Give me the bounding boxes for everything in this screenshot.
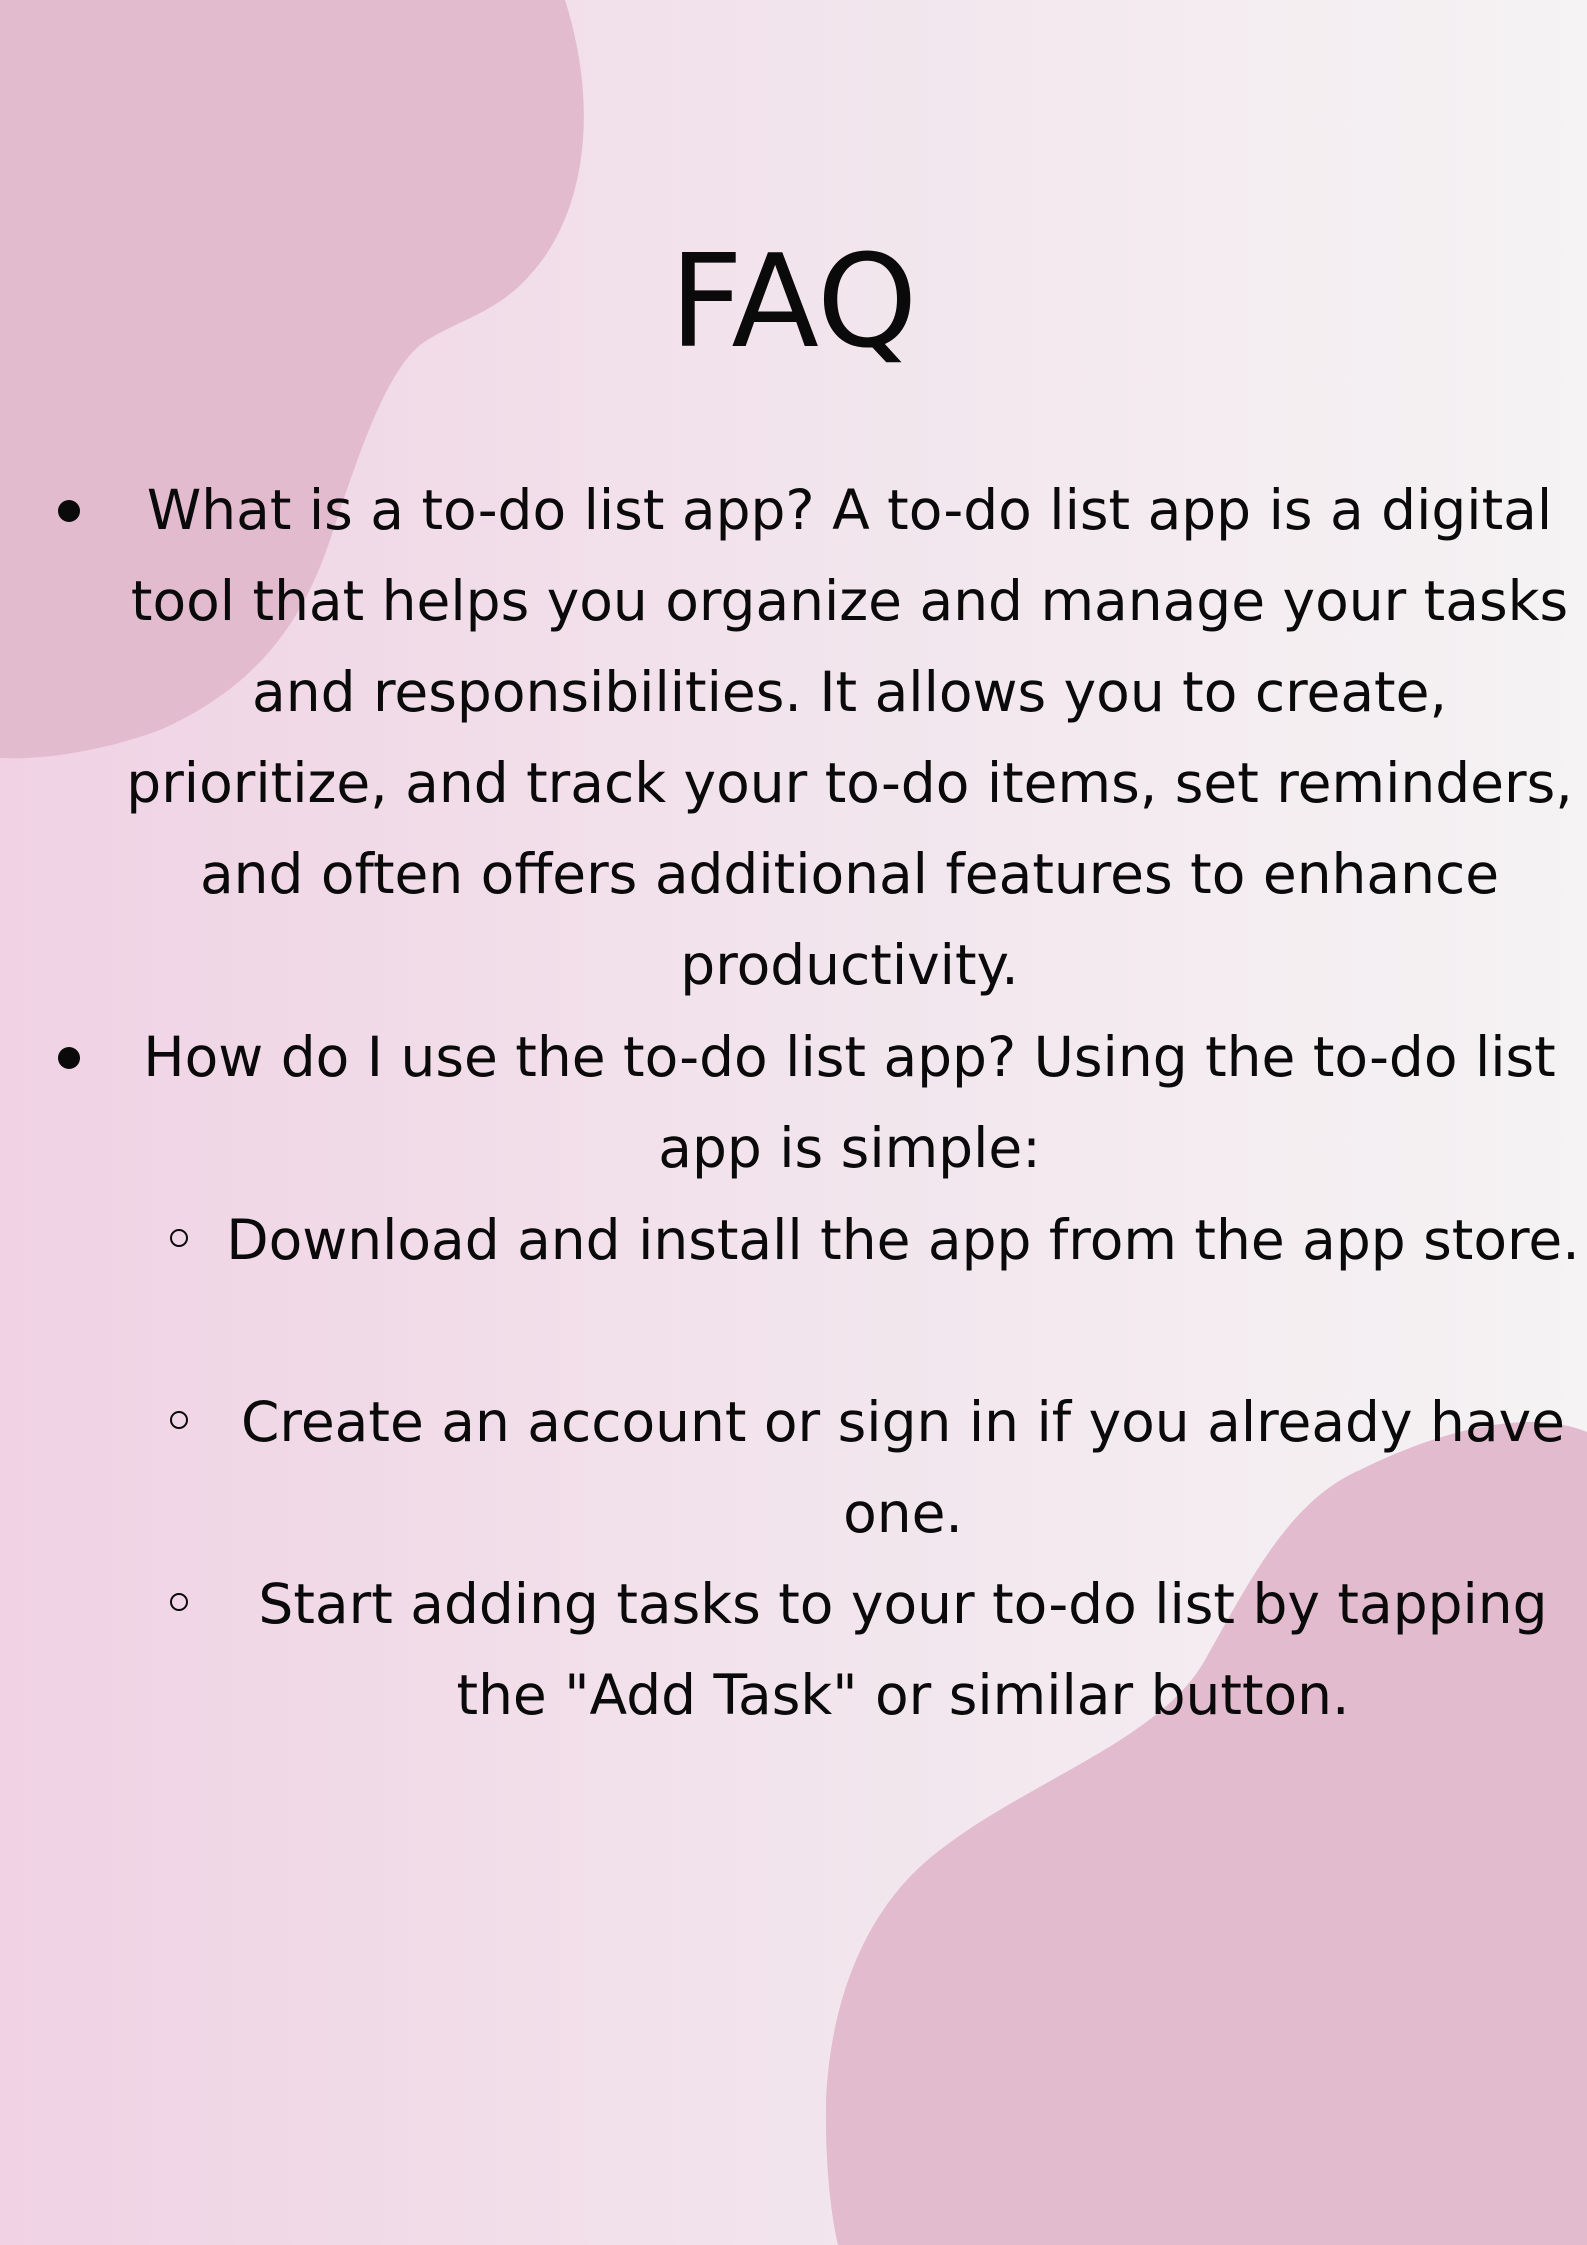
- hollow-bullet-icon: [170, 1593, 188, 1611]
- bullet-icon: [58, 500, 80, 522]
- step-add-tasks: Start adding tasks to your to-do list by…: [258, 1572, 1548, 1727]
- bullet-icon: [58, 1047, 80, 1069]
- step-download: Download and install the app from the ap…: [226, 1208, 1580, 1272]
- page-title: FAQ: [669, 228, 918, 377]
- hollow-bullet-icon: [170, 1411, 188, 1429]
- hollow-bullet-icon: [170, 1229, 188, 1247]
- faq-item-how-to-use: How do I use the to-do list app? Using t…: [143, 1025, 1556, 1180]
- step-create-account: Create an account or sign in if you alre…: [241, 1390, 1565, 1545]
- faq-item-what-is: What is a to-do list app? A to-do list a…: [126, 478, 1573, 997]
